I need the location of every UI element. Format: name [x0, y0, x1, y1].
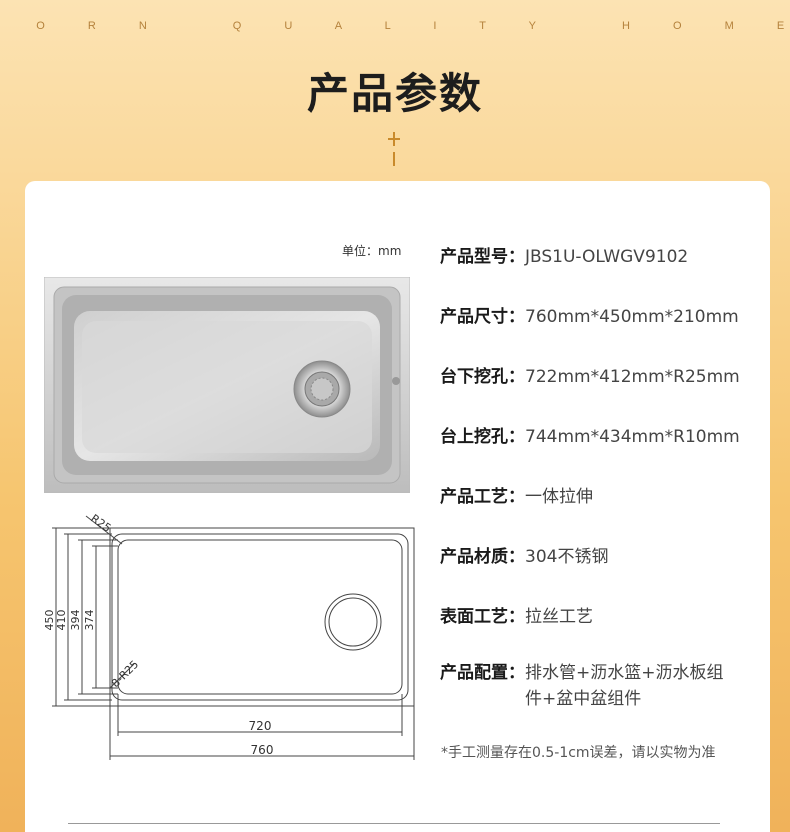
spec-size: 产品尺寸：760mm*450mm*210mm — [440, 302, 739, 327]
height-394-label: 394 — [69, 610, 82, 631]
spec-value: 744mm*434mm*R10mm — [525, 427, 740, 447]
inner-radius-label: 8-R25 — [109, 658, 141, 690]
spec-label: 产品尺寸： — [440, 307, 525, 327]
height-410-label: 410 — [55, 610, 68, 631]
spec-model: 产品型号：JBS1U-OLWGV9102 — [440, 242, 688, 267]
width-760-label: 760 — [251, 743, 274, 757]
spec-material: 产品材质：304不锈钢 — [440, 542, 608, 567]
spec-label: 产品配置： — [440, 663, 525, 683]
sink-photo — [44, 277, 410, 493]
spec-label: 产品材质： — [440, 547, 525, 567]
width-720-label: 720 — [249, 719, 272, 733]
unit-note: 单位：mm — [342, 244, 402, 258]
spec-label: 台下挖孔： — [440, 367, 525, 387]
page-title: 产品参数 — [306, 69, 483, 118]
tagline-word: H O M E — [621, 20, 790, 32]
spec-accessories: 产品配置：排水管+沥水篮+沥水板组件+盆中盆组件 — [440, 660, 735, 712]
spec-topmount-cutout: 台上挖孔：744mm*434mm*R10mm — [440, 422, 740, 447]
height-374-label: 374 — [83, 610, 96, 631]
spec-value: 760mm*450mm*210mm — [525, 307, 739, 327]
spec-value: 拉丝工艺 — [525, 607, 593, 627]
spec-process: 产品工艺：一体拉伸 — [440, 482, 593, 507]
tagline-word: Q U A L I T Y — [232, 20, 556, 32]
spec-value: 排水管+沥水篮+沥水板组件+盆中盆组件 — [525, 663, 724, 709]
spec-undermount-cutout: 台下挖孔：722mm*412mm*R25mm — [440, 362, 740, 387]
measurement-disclaimer: *手工测量存在0.5-1cm误差，请以实物为准 — [441, 745, 716, 761]
brand-tagline: B O R N Q U A L I T Y H O M E — [0, 20, 790, 32]
spec-surface: 表面工艺：拉丝工艺 — [440, 602, 593, 627]
dimension-drawing: R25 8-R25 450 410 394 374 720 760 — [43, 512, 415, 760]
plus-ornament-icon — [387, 132, 401, 166]
spec-value: 722mm*412mm*R25mm — [525, 367, 740, 387]
spec-label: 台上挖孔： — [440, 427, 525, 447]
divider — [68, 823, 720, 824]
spec-value: 一体拉伸 — [525, 487, 593, 507]
spec-label: 产品型号： — [440, 247, 525, 267]
spec-value: JBS1U-OLWGV9102 — [525, 247, 689, 267]
spec-label: 产品工艺： — [440, 487, 525, 507]
spec-label: 表面工艺： — [440, 607, 525, 627]
spec-value: 304不锈钢 — [525, 547, 609, 567]
tagline-word: B O R N — [0, 20, 167, 32]
